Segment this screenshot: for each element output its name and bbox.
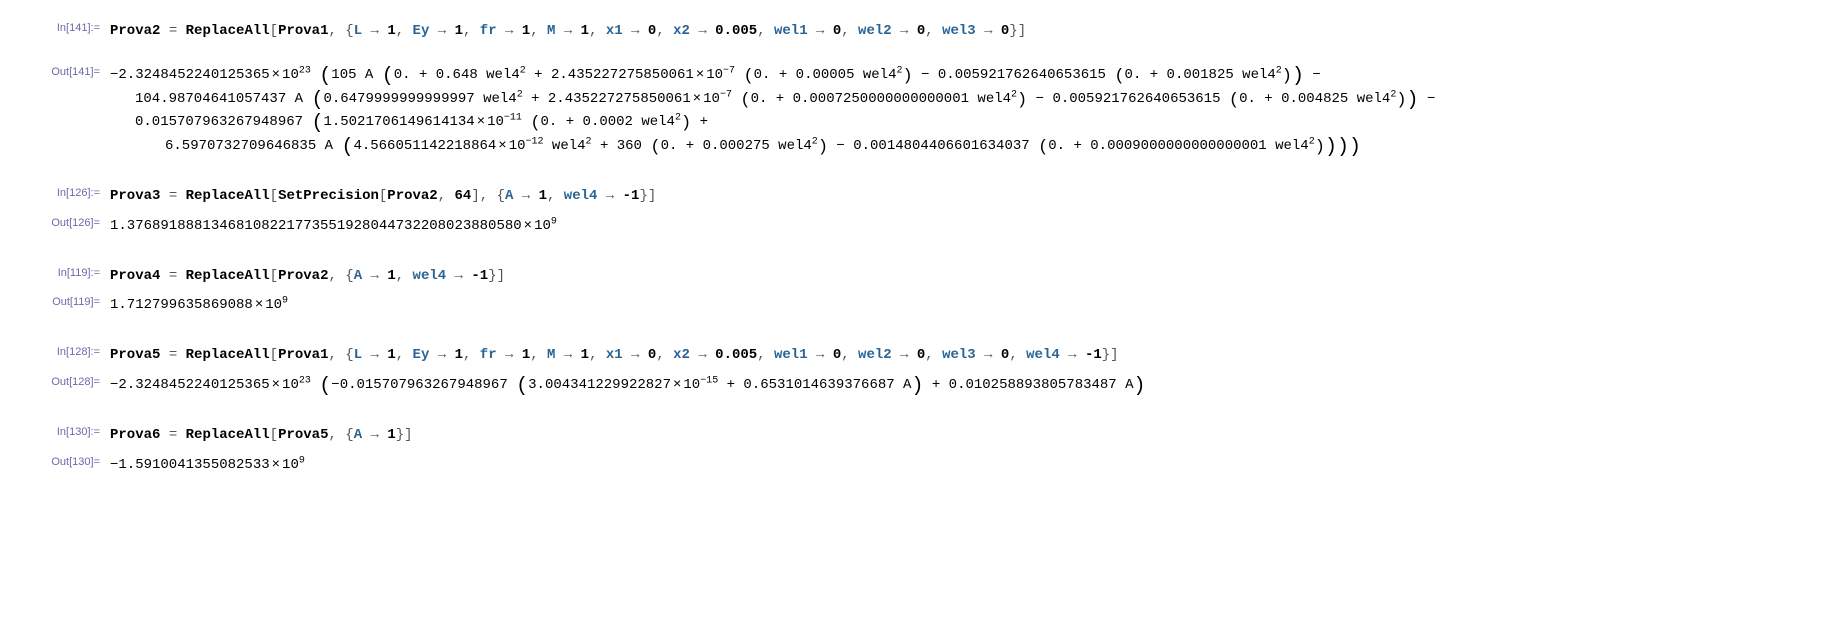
in-label: In[130]:=: [30, 424, 110, 438]
output-cell-126: Out[126]= 1.3768918881346810822177355192…: [30, 215, 1795, 239]
out-label: Out[130]=: [30, 454, 110, 468]
input-cell-141: In[141]:= Prova2 = ReplaceAll[Prova1, {L…: [30, 20, 1795, 44]
output-math-141: −2.3248452240125365×1023 (105 A (0. + 0.…: [110, 64, 1435, 159]
output-math-119: 1.712799635869088×109: [110, 294, 288, 318]
rules-141: L → 1, Ey → 1, fr → 1, M → 1, x1 → 0, x2…: [354, 23, 1010, 39]
output-math-126: 1.37689188813468108221773551928044732208…: [110, 215, 557, 239]
input-cell-128: In[128]:= Prova5 = ReplaceAll[Prova1, {L…: [30, 344, 1795, 368]
output-math-130: −1.5910041355082533×109: [110, 454, 305, 478]
input-code-141[interactable]: Prova2 = ReplaceAll[Prova1, {L → 1, Ey →…: [110, 20, 1026, 44]
in-label: In[126]:=: [30, 185, 110, 199]
out-label: Out[128]=: [30, 374, 110, 388]
rules-130: A → 1: [354, 427, 396, 443]
input-code-119[interactable]: Prova4 = ReplaceAll[Prova2, {A → 1, wel4…: [110, 265, 505, 289]
input-code-130[interactable]: Prova6 = ReplaceAll[Prova5, {A → 1}]: [110, 424, 413, 448]
out-label: Out[141]=: [30, 64, 110, 78]
rules-126: A → 1, wel4 → -1: [505, 188, 639, 204]
output-cell-130: Out[130]= −1.5910041355082533×109: [30, 454, 1795, 478]
out-label: Out[119]=: [30, 294, 110, 308]
output-math-128: −2.3248452240125365×1023 (−0.01570796326…: [110, 374, 1146, 398]
rules-128: L → 1, Ey → 1, fr → 1, M → 1, x1 → 0, x2…: [354, 347, 1102, 363]
input-cell-126: In[126]:= Prova3 = ReplaceAll[SetPrecisi…: [30, 185, 1795, 209]
input-cell-130: In[130]:= Prova6 = ReplaceAll[Prova5, {A…: [30, 424, 1795, 448]
output-cell-128: Out[128]= −2.3248452240125365×1023 (−0.0…: [30, 374, 1795, 398]
out-label: Out[126]=: [30, 215, 110, 229]
input-cell-119: In[119]:= Prova4 = ReplaceAll[Prova2, {A…: [30, 265, 1795, 289]
rules-119: A → 1, wel4 → -1: [354, 268, 488, 284]
output-cell-141: Out[141]= −2.3248452240125365×1023 (105 …: [30, 64, 1795, 159]
input-code-126[interactable]: Prova3 = ReplaceAll[SetPrecision[Prova2,…: [110, 185, 656, 209]
in-label: In[119]:=: [30, 265, 110, 279]
in-label: In[141]:=: [30, 20, 110, 34]
in-label: In[128]:=: [30, 344, 110, 358]
input-code-128[interactable]: Prova5 = ReplaceAll[Prova1, {L → 1, Ey →…: [110, 344, 1119, 368]
output-cell-119: Out[119]= 1.712799635869088×109: [30, 294, 1795, 318]
